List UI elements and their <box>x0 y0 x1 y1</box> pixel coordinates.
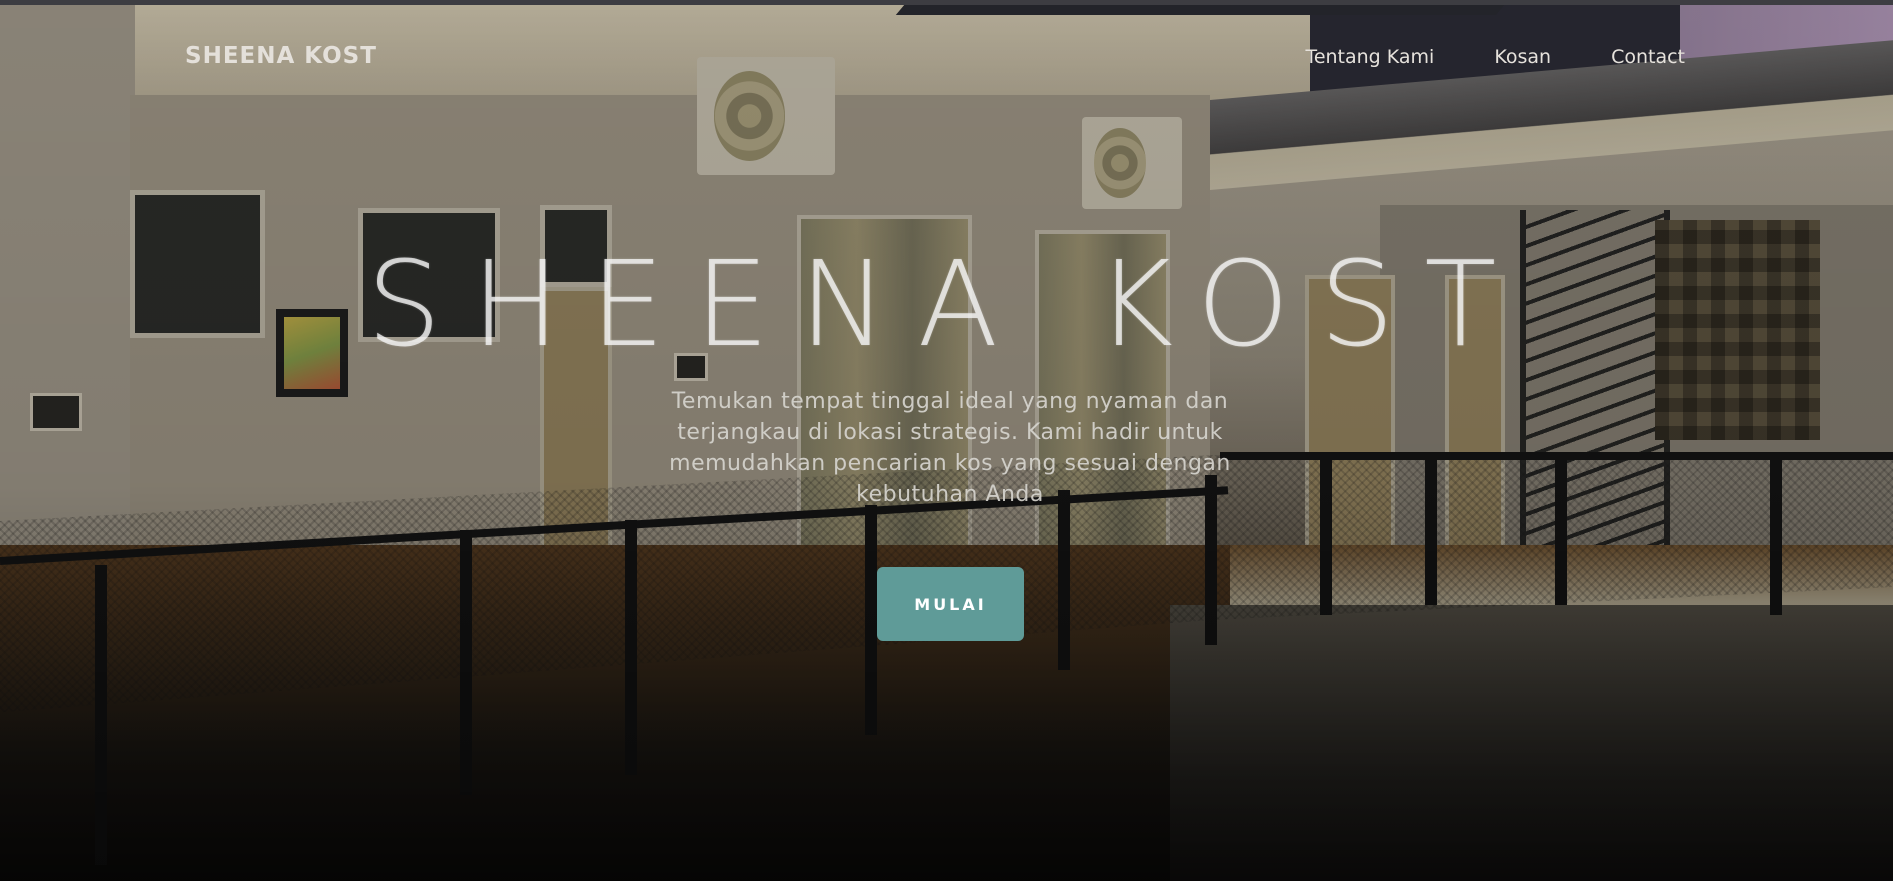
nav-link-tentang-kami[interactable]: Tentang Kami <box>1305 46 1434 68</box>
nav-link-contact[interactable]: Contact <box>1611 46 1685 68</box>
hero-subtitle: Temukan tempat tinggal ideal yang nyaman… <box>669 389 1231 507</box>
nav-link-kosan[interactable]: Kosan <box>1494 46 1551 68</box>
brand-logo[interactable]: SHEENA KOST <box>185 43 377 69</box>
hero-title: SHEENA KOST <box>366 235 1527 373</box>
navbar: SHEENA KOST Tentang Kami Kosan Contact <box>0 5 1893 113</box>
start-button[interactable]: MULAI <box>877 567 1024 641</box>
nav-menu: Tentang Kami Kosan Contact <box>1305 46 1685 68</box>
